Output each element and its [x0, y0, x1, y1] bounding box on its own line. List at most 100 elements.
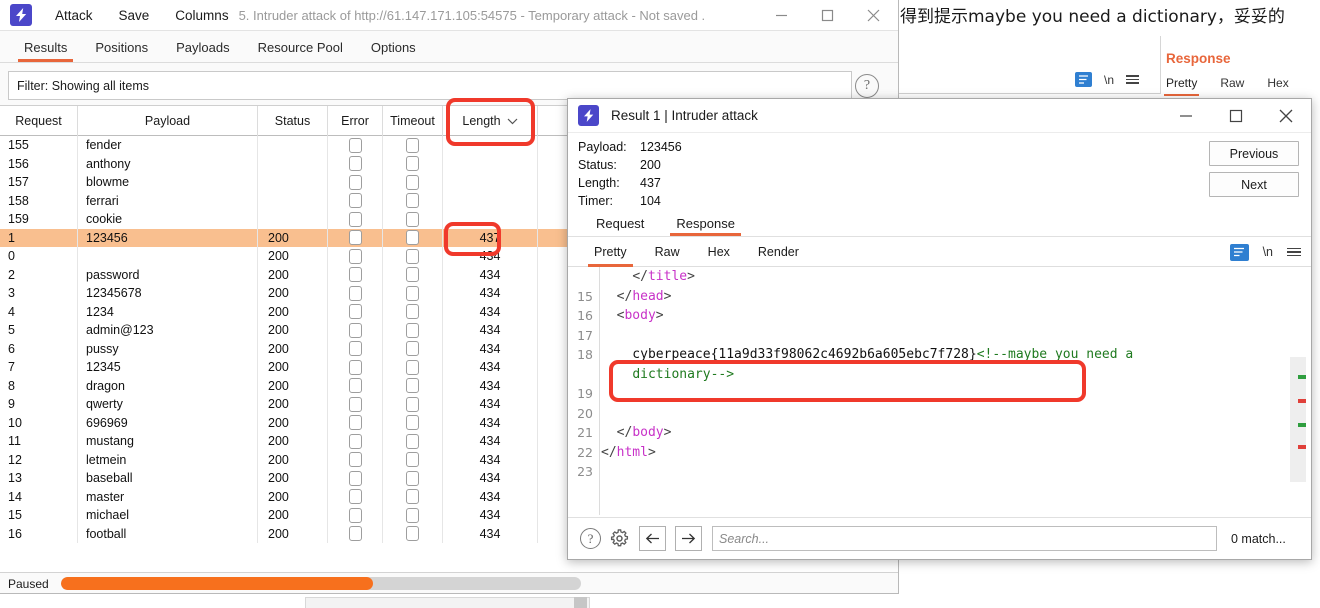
menu-item-attack[interactable]: Attack	[55, 8, 93, 23]
cell-timeout-checkbox[interactable]	[406, 211, 419, 227]
column-header-error[interactable]: Error	[328, 106, 383, 136]
column-header-payload[interactable]: Payload	[78, 106, 258, 136]
filter-bar[interactable]: Filter: Showing all items ?	[8, 71, 879, 100]
cell-timeout-checkbox[interactable]	[406, 230, 419, 246]
line-number: 19	[577, 386, 593, 401]
search-next-button[interactable]	[675, 526, 702, 551]
code-line: </html>	[601, 443, 1285, 463]
background-scrollbar-thumb[interactable]	[574, 597, 587, 608]
tab-hex[interactable]: Hex	[694, 237, 744, 267]
next-button[interactable]: Next	[1209, 172, 1299, 197]
search-input[interactable]: Search...	[712, 526, 1217, 551]
cell-error-checkbox[interactable]	[348, 433, 362, 449]
cell-error-checkbox[interactable]	[348, 415, 362, 431]
dialog-maximize-icon[interactable]	[1211, 99, 1261, 132]
cell-error-checkbox[interactable]	[348, 378, 362, 394]
cell-timeout-checkbox[interactable]	[406, 489, 419, 505]
tab-options[interactable]: Options	[357, 40, 430, 62]
cell-error-checkbox[interactable]	[348, 230, 362, 246]
background-tab-hex[interactable]: Hex	[1267, 76, 1288, 90]
cell-error-checkbox[interactable]	[348, 526, 362, 542]
column-header-request[interactable]: Request	[0, 106, 78, 136]
tab-raw[interactable]: Raw	[641, 237, 694, 267]
cell-timeout-checkbox[interactable]	[406, 322, 419, 338]
code-minimap[interactable]	[1290, 357, 1306, 482]
cell-error-checkbox[interactable]	[348, 322, 362, 338]
minimize-icon[interactable]	[758, 0, 804, 30]
tab-positions[interactable]: Positions	[81, 40, 162, 62]
cell-error	[328, 154, 383, 173]
cell-request: 0	[0, 247, 78, 266]
word-wrap-icon[interactable]	[1229, 243, 1249, 261]
dialog-minimize-icon[interactable]	[1161, 99, 1211, 132]
cell-timeout-checkbox[interactable]	[406, 470, 419, 486]
newline-icon[interactable]: \n	[1104, 73, 1114, 87]
column-header-length[interactable]: Length	[443, 106, 538, 136]
previous-button[interactable]: Previous	[1209, 141, 1299, 166]
column-header-status[interactable]: Status	[258, 106, 328, 136]
search-previous-button[interactable]	[639, 526, 666, 551]
dialog-titlebar: Result 1 | Intruder attack	[568, 99, 1311, 133]
maximize-icon[interactable]	[804, 0, 850, 30]
cell-error-checkbox[interactable]	[348, 341, 362, 357]
cell-error-checkbox[interactable]	[348, 396, 362, 412]
cell-timeout	[383, 265, 443, 284]
help-icon[interactable]: ?	[855, 74, 879, 98]
cell-timeout-checkbox[interactable]	[406, 433, 419, 449]
cell-error-checkbox[interactable]	[348, 285, 362, 301]
column-header-timeout[interactable]: Timeout	[383, 106, 443, 136]
cell-timeout-checkbox[interactable]	[406, 174, 419, 190]
cell-status: 200	[258, 302, 328, 321]
cell-timeout-checkbox[interactable]	[406, 396, 419, 412]
gear-icon[interactable]	[609, 528, 630, 549]
tab-payloads[interactable]: Payloads	[162, 40, 243, 62]
code-lines[interactable]: </title> </head> <body> cyberpeace{11a9d…	[601, 267, 1285, 482]
cell-error-checkbox[interactable]	[348, 507, 362, 523]
cell-timeout-checkbox[interactable]	[406, 378, 419, 394]
menu-item-save[interactable]: Save	[119, 8, 150, 23]
cell-error-checkbox[interactable]	[348, 470, 362, 486]
background-tab-pretty[interactable]: Pretty	[1163, 76, 1200, 96]
cell-error-checkbox[interactable]	[348, 156, 362, 172]
cell-error-checkbox[interactable]	[348, 489, 362, 505]
newline-icon[interactable]: \n	[1263, 245, 1273, 259]
cell-timeout-checkbox[interactable]	[406, 267, 419, 283]
cell-timeout-checkbox[interactable]	[406, 507, 419, 523]
tab-resource-pool[interactable]: Resource Pool	[244, 40, 357, 62]
word-wrap-icon[interactable]	[1075, 72, 1092, 87]
close-icon[interactable]	[850, 0, 896, 30]
cell-timeout-checkbox[interactable]	[406, 452, 419, 468]
tab-request[interactable]: Request	[580, 216, 660, 236]
cell-error-checkbox[interactable]	[348, 211, 362, 227]
tab-response[interactable]: Response	[660, 216, 751, 236]
cell-error-checkbox[interactable]	[348, 304, 362, 320]
help-icon[interactable]: ?	[580, 528, 601, 549]
cell-error-checkbox[interactable]	[348, 174, 362, 190]
cell-timeout-checkbox[interactable]	[406, 193, 419, 209]
cell-error-checkbox[interactable]	[348, 248, 362, 264]
cell-error-checkbox[interactable]	[348, 267, 362, 283]
dialog-close-icon[interactable]	[1261, 99, 1311, 132]
cell-timeout-checkbox[interactable]	[406, 156, 419, 172]
cell-timeout-checkbox[interactable]	[406, 359, 419, 375]
cell-timeout-checkbox[interactable]	[406, 248, 419, 264]
cell-timeout-checkbox[interactable]	[406, 341, 419, 357]
cell-timeout-checkbox[interactable]	[406, 137, 419, 153]
background-tab-raw[interactable]: Raw	[1220, 76, 1244, 90]
tab-results[interactable]: Results	[10, 40, 81, 62]
cell-error-checkbox[interactable]	[348, 137, 362, 153]
menu-icon[interactable]	[1126, 75, 1140, 84]
cell-timeout-checkbox[interactable]	[406, 526, 419, 542]
cell-error-checkbox[interactable]	[348, 193, 362, 209]
cell-error-checkbox[interactable]	[348, 452, 362, 468]
tab-render[interactable]: Render	[744, 237, 813, 267]
cell-request: 14	[0, 487, 78, 506]
cell-error-checkbox[interactable]	[348, 359, 362, 375]
cell-timeout-checkbox[interactable]	[406, 415, 419, 431]
cell-timeout-checkbox[interactable]	[406, 285, 419, 301]
cell-timeout-checkbox[interactable]	[406, 304, 419, 320]
menu-item-columns[interactable]: Columns	[175, 8, 228, 23]
menu-icon[interactable]	[1287, 247, 1301, 257]
tab-pretty[interactable]: Pretty	[580, 237, 641, 267]
